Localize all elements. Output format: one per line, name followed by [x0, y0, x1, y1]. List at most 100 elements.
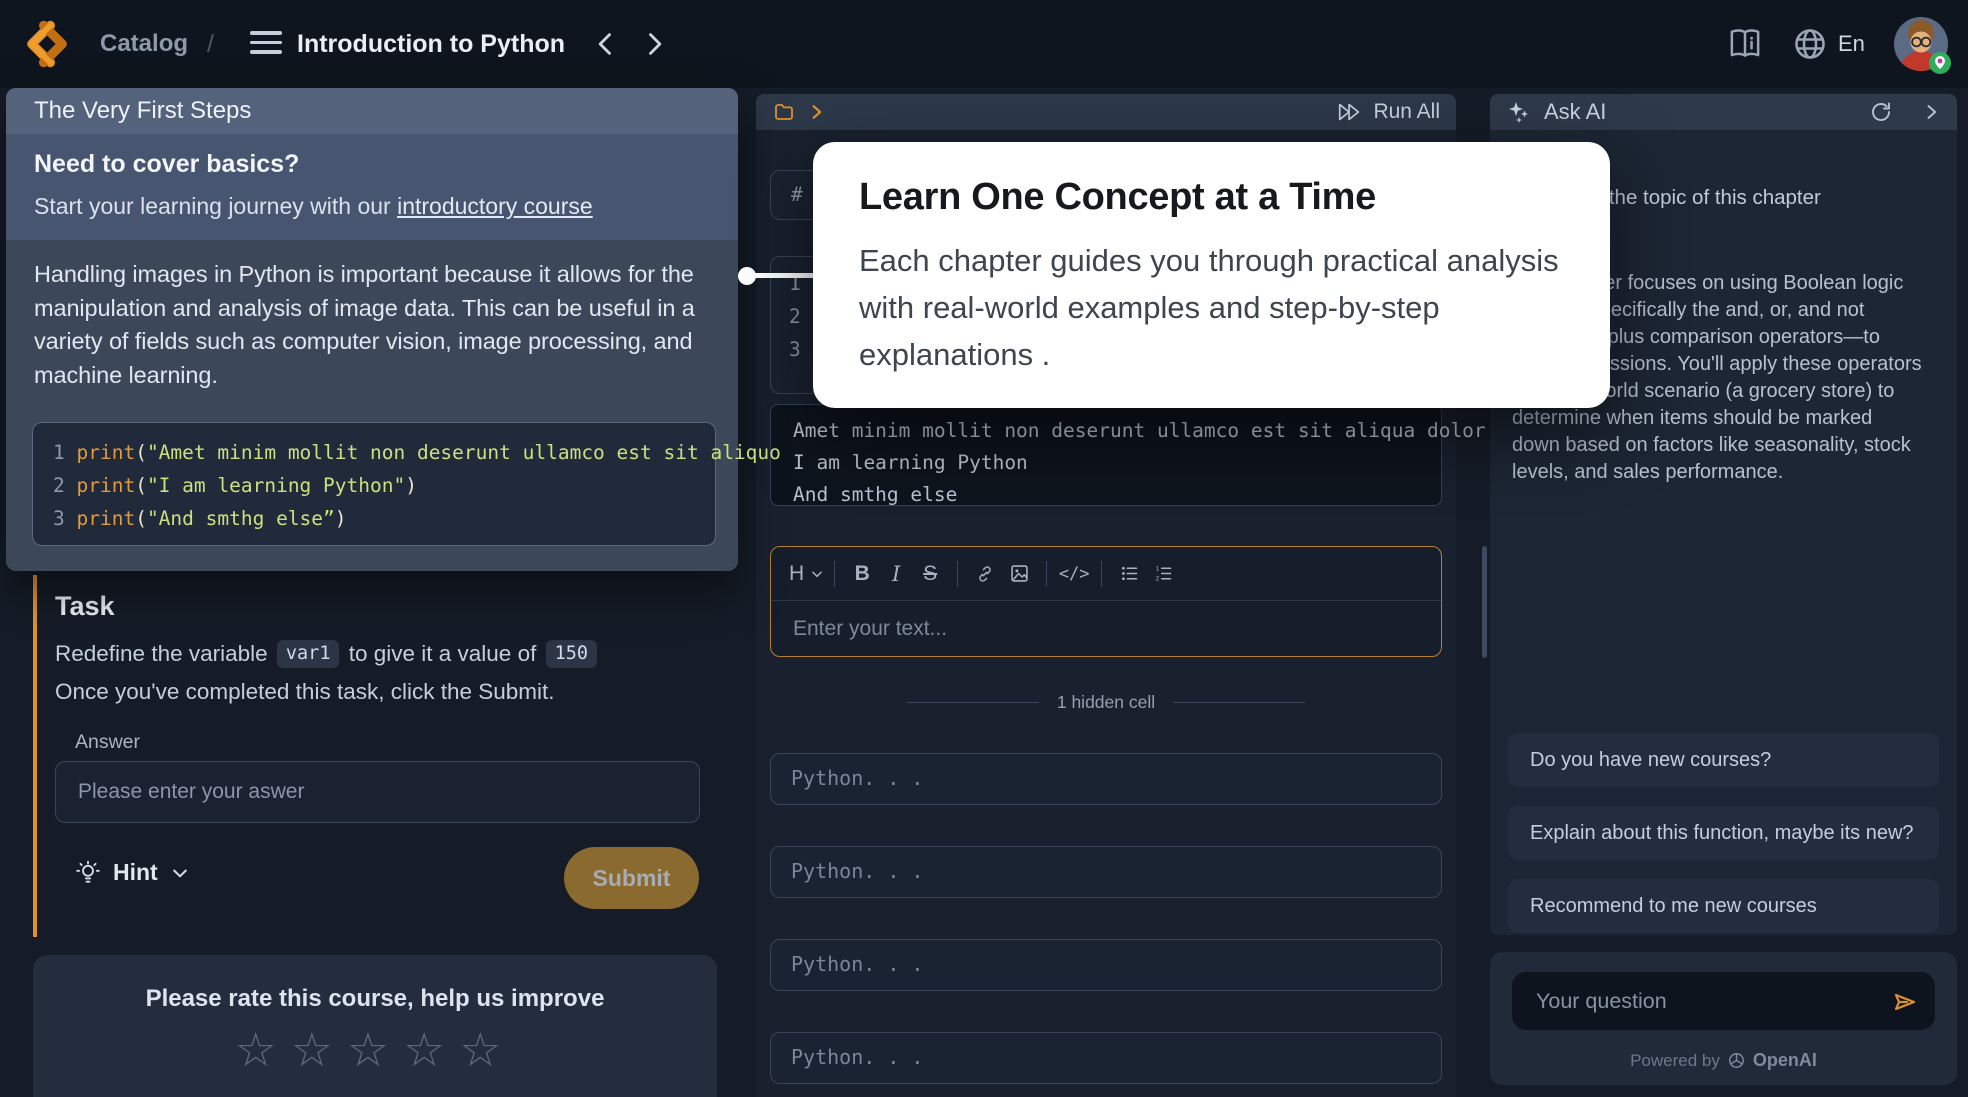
bullet-list-button[interactable] — [1112, 557, 1146, 591]
ask-ai-title: Ask AI — [1544, 99, 1606, 125]
code-line: 2 print("I am learning Python") — [53, 469, 715, 502]
collapse-chevron-icon[interactable] — [806, 102, 826, 122]
empty-python-cell[interactable]: Python. . . — [770, 846, 1442, 898]
answer-label: Answer — [75, 731, 140, 754]
lesson-step-title: The Very First Steps — [6, 88, 738, 134]
lesson-paragraph: Handling images in Python is important b… — [34, 258, 726, 392]
task-section: Task Redefine the variable var1 to give … — [33, 575, 717, 937]
task-instruction-2: Once you've completed this task, click t… — [55, 679, 555, 705]
summary-line: determine when items should be marked — [1512, 405, 1922, 432]
star-icon[interactable]: ☆ — [235, 1023, 291, 1078]
hint-bulb-icon — [75, 860, 101, 886]
tooltip-connector-dot — [738, 267, 756, 285]
breadcrumb-catalog[interactable]: Catalog — [100, 0, 188, 88]
empty-python-cell[interactable]: Python. . . — [770, 939, 1442, 991]
refresh-icon[interactable] — [1869, 100, 1893, 124]
image-button[interactable] — [1002, 557, 1036, 591]
callout-text-prefix: Start your learning journey with our — [34, 193, 397, 219]
task-instruction-1: Redefine the variable var1 to give it a … — [55, 641, 600, 670]
send-icon[interactable] — [1889, 986, 1921, 1018]
next-chapter-icon[interactable] — [640, 30, 668, 58]
star-icon[interactable]: ☆ — [459, 1023, 515, 1078]
cell-placeholder: Python. . . — [791, 952, 923, 976]
heading-label: H — [789, 562, 804, 586]
task-instruction-text: Redefine the variable — [55, 641, 268, 666]
svg-text:2: 2 — [1155, 576, 1159, 583]
numbered-list-button[interactable]: 1 2 — [1146, 557, 1180, 591]
chevron-down-icon — [810, 567, 824, 581]
onboarding-tooltip: Learn One Concept at a Time Each chapter… — [813, 142, 1610, 408]
task-instruction-text: to give it a value of — [342, 641, 536, 666]
prev-chapter-icon[interactable] — [592, 30, 620, 58]
rating-stars: ☆☆☆☆☆ — [33, 1023, 717, 1078]
openai-brand-label: OpenAI — [1753, 1050, 1817, 1071]
run-all-label: Run All — [1373, 100, 1440, 124]
link-button[interactable] — [968, 557, 1002, 591]
output-line: I am learning Python — [793, 447, 1441, 479]
sparkles-icon — [1506, 99, 1532, 125]
task-title: Task — [55, 591, 115, 622]
toolbar-divider — [1046, 561, 1047, 587]
rating-card: Please rate this course, help us improve… — [33, 955, 717, 1097]
rating-title: Please rate this course, help us improve — [33, 985, 717, 1013]
folder-icon[interactable] — [772, 100, 796, 124]
avatar[interactable] — [1894, 17, 1948, 71]
empty-python-cell[interactable]: Python. . . — [770, 753, 1442, 805]
toolbar-divider — [957, 561, 958, 587]
toolbar-divider — [834, 561, 835, 587]
italic-button[interactable]: I — [879, 557, 913, 591]
star-icon[interactable]: ☆ — [347, 1023, 403, 1078]
brand-logo-icon[interactable] — [20, 17, 74, 71]
submit-button[interactable]: Submit — [564, 847, 699, 909]
star-icon[interactable]: ☆ — [403, 1023, 459, 1078]
cell-placeholder: Python. . . — [791, 1045, 923, 1069]
avatar-badge-pin-icon — [1928, 51, 1952, 75]
hidden-cell-divider[interactable]: 1 hidden cell — [756, 692, 1456, 713]
editor-text-area[interactable]: Enter your text... — [771, 601, 1441, 656]
strikethrough-button[interactable]: S — [913, 557, 947, 591]
ask-ai-header: Ask AI — [1490, 94, 1957, 130]
suggestion-chip[interactable]: Recommend to me new courses — [1508, 879, 1939, 933]
notebook-toolbar: Run All — [756, 94, 1456, 130]
value-chip: 150 — [546, 640, 597, 668]
suggestion-chip[interactable]: Explain about this function, maybe its n… — [1508, 806, 1939, 860]
output-line: Amet minim mollit non deserunt ullamco e… — [793, 415, 1441, 447]
introductory-course-link[interactable]: introductory course — [397, 193, 593, 219]
answer-input[interactable] — [55, 761, 700, 823]
lesson-step-card: The Very First Steps Need to cover basic… — [6, 88, 738, 571]
empty-python-cell[interactable]: Python. . . — [770, 1032, 1442, 1084]
suggestion-chip[interactable]: Do you have new courses? — [1508, 733, 1939, 787]
callout-title: Need to cover basics? — [34, 150, 710, 179]
summary-line: down based on factors like seasonality, … — [1512, 432, 1922, 459]
image-icon — [1009, 563, 1030, 584]
heading-button[interactable]: H — [789, 557, 824, 591]
basics-callout: Need to cover basics? Start your learnin… — [6, 134, 738, 240]
collapse-panel-icon[interactable] — [1921, 102, 1941, 122]
powered-by: Powered by OpenAI — [1490, 1050, 1957, 1071]
course-title: Introduction to Python — [297, 0, 565, 88]
bold-button[interactable]: B — [845, 557, 879, 591]
language-label[interactable]: En — [1838, 0, 1865, 88]
breadcrumb-separator: / — [207, 0, 214, 88]
question-input[interactable] — [1512, 972, 1935, 1030]
ask-ai-input-card: Powered by OpenAI — [1490, 952, 1957, 1085]
cell-placeholder: Python. . . — [791, 766, 923, 790]
hidden-cell-label: 1 hidden cell — [1057, 692, 1155, 713]
powered-by-label: Powered by — [1630, 1051, 1720, 1071]
chapters-menu-icon[interactable] — [250, 31, 282, 57]
scrollbar-thumb[interactable] — [1482, 546, 1487, 658]
bullet-list-icon — [1119, 563, 1140, 584]
hint-toggle[interactable]: Hint — [75, 859, 190, 886]
language-globe-icon[interactable] — [1792, 26, 1828, 62]
run-all-button[interactable]: Run All — [1336, 100, 1440, 124]
cell-placeholder: Python. . . — [791, 859, 923, 883]
glossary-book-icon[interactable] — [1726, 26, 1764, 62]
editor-toolbar: H B I S — [771, 547, 1441, 601]
output-line: And smthg else — [793, 479, 1441, 511]
star-icon[interactable]: ☆ — [291, 1023, 347, 1078]
svg-text:1: 1 — [1155, 565, 1159, 572]
top-bar: Catalog / Introduction to Python En — [0, 0, 1968, 88]
code-button[interactable]: </> — [1057, 557, 1091, 591]
code-line: 3 print("And smthg else”) — [53, 502, 715, 535]
rich-text-editor: H B I S — [770, 546, 1442, 657]
